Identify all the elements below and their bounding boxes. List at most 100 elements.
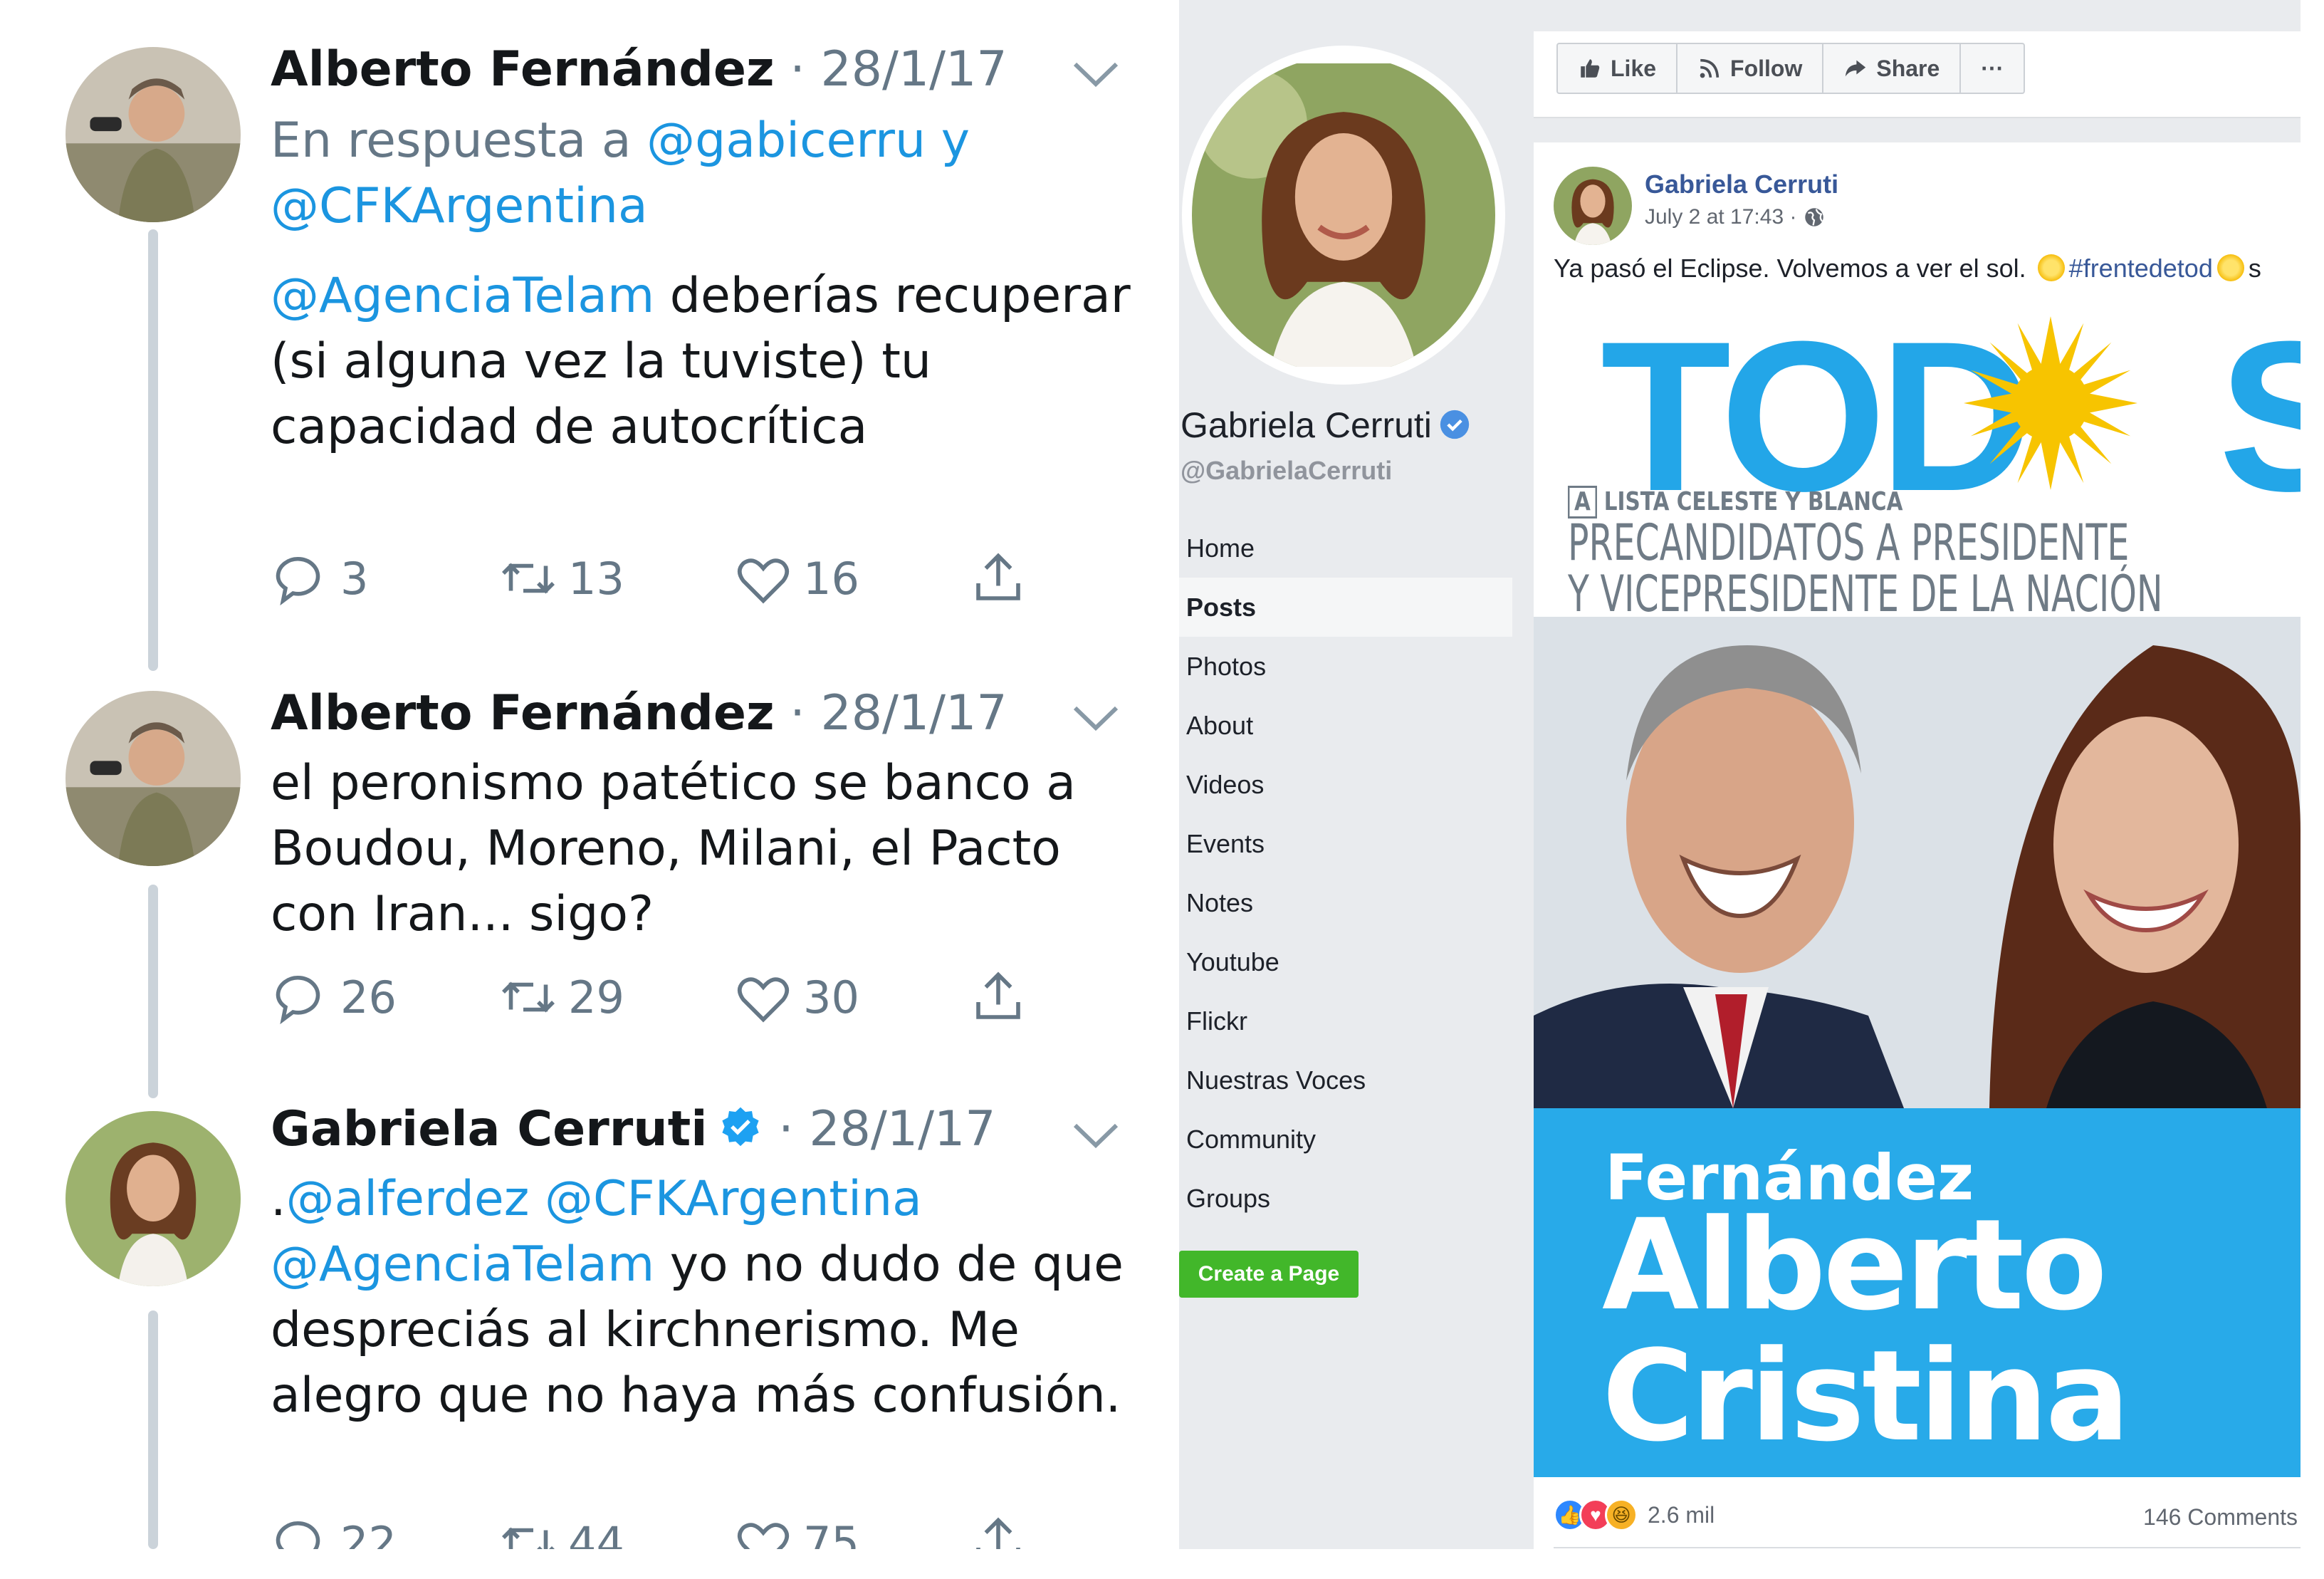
nav-item-events[interactable]: Events xyxy=(1179,814,1512,873)
nav-item-community[interactable]: Community xyxy=(1179,1110,1512,1169)
like-button[interactable]: 30 xyxy=(733,967,859,1027)
retweet-count: 44 xyxy=(568,1516,624,1550)
globe-icon xyxy=(1805,208,1824,226)
page-title: Gabriela Cerruti xyxy=(1181,405,1470,446)
nav-item-groups[interactable]: Groups xyxy=(1179,1169,1512,1228)
nav-item-photos[interactable]: Photos xyxy=(1179,637,1512,696)
like-page-label: Like xyxy=(1611,55,1657,81)
post-timestamp[interactable]: July 2 at 17:43 · xyxy=(1645,205,1826,229)
chevron-down-icon[interactable] xyxy=(1072,1121,1119,1151)
nav-item-flickr[interactable]: Flickr xyxy=(1179,991,1512,1051)
tweet-text: @AgenciaTelam deberías recuperar (si alg… xyxy=(271,264,1146,460)
poster-name-1: Alberto xyxy=(1602,1192,2108,1338)
avatar[interactable] xyxy=(66,47,241,222)
mention-link[interactable]: @AgenciaTelam xyxy=(271,268,654,324)
haha-reaction-icon: 😆 xyxy=(1605,1499,1638,1531)
like-button[interactable]: 16 xyxy=(733,548,859,608)
page-nav: Home Posts Photos About Videos Events No… xyxy=(1179,518,1512,1228)
mention-link[interactable]: @AgenciaTelam xyxy=(271,1236,654,1293)
nav-item-youtube[interactable]: Youtube xyxy=(1179,932,1512,991)
tweet-header: Alberto Fernández · 28/1/17 xyxy=(271,40,1007,100)
tweet-author[interactable]: Gabriela Cerruti xyxy=(271,1101,708,1157)
post-author[interactable]: Gabriela Cerruti xyxy=(1645,170,1838,199)
share-button[interactable] xyxy=(968,1513,1038,1549)
thumbs-up-icon xyxy=(1581,59,1600,78)
divider xyxy=(1554,1547,2301,1548)
chevron-down-icon[interactable] xyxy=(1072,60,1119,90)
retweet-button[interactable]: 13 xyxy=(498,548,624,608)
like-button[interactable]: 75 xyxy=(733,1513,859,1549)
speech-bubble-icon xyxy=(276,556,320,606)
fb-post: Gabriela Cerruti July 2 at 17:43 · Ya pa… xyxy=(1534,142,2301,1549)
nav-item-nuestras-voces[interactable]: Nuestras Voces xyxy=(1179,1051,1512,1110)
tweet-date[interactable]: 28/1/17 xyxy=(820,41,1007,98)
tweet-header: Alberto Fernández · 28/1/17 xyxy=(271,684,1007,744)
reply-prefix: En respuesta a xyxy=(271,113,647,169)
tweet-author[interactable]: Alberto Fernández xyxy=(271,41,775,98)
retweet-icon xyxy=(502,1527,555,1549)
poster-subtitle: PRECANDIDATOS A PRESIDENTE Y VICEPRESIDE… xyxy=(1568,517,2163,620)
tweet-author[interactable]: Alberto Fernández xyxy=(271,685,775,741)
follow-button[interactable]: Follow xyxy=(1677,44,1824,93)
campaign-poster-image[interactable]: TOD S A LISTA CELESTE Y BLANCA PRECANDID… xyxy=(1534,309,2301,1477)
sun-emoji-icon xyxy=(2216,254,2244,281)
chevron-down-icon[interactable] xyxy=(1072,704,1119,734)
share-arrow-icon xyxy=(1846,60,1866,77)
mention-link[interactable]: @CFKArgentina xyxy=(545,1171,922,1227)
upload-icon xyxy=(976,971,1020,1019)
like-count: 75 xyxy=(803,1516,859,1550)
like-page-button[interactable]: Like xyxy=(1558,44,1678,93)
reply-button[interactable]: 3 xyxy=(271,548,368,608)
profile-picture[interactable] xyxy=(1182,46,1505,385)
reply-count: 26 xyxy=(340,971,397,1023)
nav-item-videos[interactable]: Videos xyxy=(1179,755,1512,814)
page-name: Gabriela Cerruti xyxy=(1181,405,1432,445)
post-text: Ya pasó el Eclipse. Volvemos a ver el so… xyxy=(1554,254,2261,283)
retweet-icon xyxy=(502,981,555,1013)
post-text-body: Ya pasó el Eclipse. Volvemos a ver el so… xyxy=(1554,254,2034,283)
nav-item-notes[interactable]: Notes xyxy=(1179,873,1512,932)
tweet-actions: 22 44 75 xyxy=(271,1513,1054,1549)
retweet-icon xyxy=(502,563,555,594)
tweet-actions: 3 13 16 xyxy=(271,548,1054,613)
verified-badge-icon xyxy=(721,1107,759,1147)
retweet-count: 29 xyxy=(568,971,624,1023)
share-page-label: Share xyxy=(1876,55,1940,81)
avatar[interactable] xyxy=(66,1111,241,1286)
retweet-count: 13 xyxy=(568,552,624,605)
tweet-date[interactable]: 28/1/17 xyxy=(809,1101,995,1157)
reply-button[interactable]: 22 xyxy=(271,1513,397,1549)
page-action-bar: Like Follow Share ··· xyxy=(1534,31,2301,118)
retweet-button[interactable]: 29 xyxy=(498,967,624,1027)
post-author-avatar[interactable] xyxy=(1554,167,1632,245)
mention-link[interactable]: @alferdez xyxy=(286,1171,530,1227)
nav-item-about[interactable]: About xyxy=(1179,696,1512,755)
list-name: LISTA CELESTE Y BLANCA xyxy=(1603,487,1903,516)
share-button[interactable] xyxy=(968,967,1038,1027)
poster-subtitle-line: PRECANDIDATOS A PRESIDENTE xyxy=(1568,514,2130,572)
mention-link[interactable]: @CFKArgentina xyxy=(271,178,648,234)
tweet-text-body: el peronismo patético se banco a Boudou,… xyxy=(271,755,1076,942)
upload-icon xyxy=(976,1517,1020,1549)
retweet-button[interactable]: 44 xyxy=(498,1513,624,1549)
like-count: 16 xyxy=(803,552,859,605)
comments-count[interactable]: 146 Comments xyxy=(2143,1504,2298,1531)
reply-count: 22 xyxy=(340,1516,397,1550)
nav-item-posts[interactable]: Posts xyxy=(1179,578,1512,637)
reactions-count: 2.6 mil xyxy=(1648,1501,1715,1528)
more-options-button[interactable]: ··· xyxy=(1961,44,2024,93)
share-button[interactable] xyxy=(968,548,1038,608)
share-page-button[interactable]: Share xyxy=(1823,44,1962,93)
nav-item-home[interactable]: Home xyxy=(1179,518,1512,578)
avatar[interactable] xyxy=(66,691,241,866)
tweet-date[interactable]: 28/1/17 xyxy=(820,685,1007,741)
separator-dot: · xyxy=(778,1101,794,1157)
sun-emoji-icon xyxy=(2037,254,2065,281)
page-handle[interactable]: @GabrielaCerruti xyxy=(1181,456,1392,486)
reactions-summary[interactable]: 👍 ♥ 😆 2.6 mil xyxy=(1554,1499,1715,1531)
create-page-button[interactable]: Create a Page xyxy=(1179,1251,1359,1298)
mention-link[interactable]: @gabicerru xyxy=(647,113,926,169)
reply-button[interactable]: 26 xyxy=(271,967,397,1027)
verified-badge-icon xyxy=(1440,410,1470,439)
hashtag-link[interactable]: #frentedetod xyxy=(2069,254,2213,283)
